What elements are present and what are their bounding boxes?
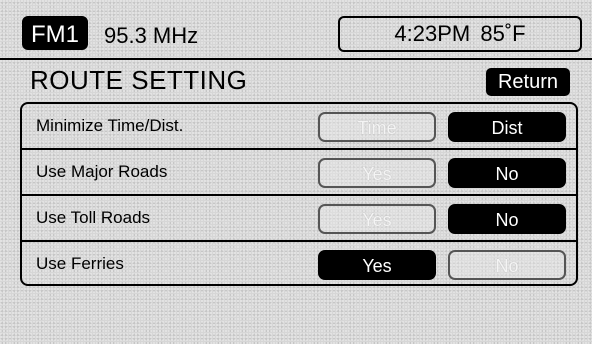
- setting-label: Use Toll Roads: [36, 208, 151, 227]
- major-roads-no-button[interactable]: No: [448, 158, 566, 188]
- toll-roads-no-button[interactable]: No: [448, 204, 566, 234]
- page-title: ROUTE SETTING: [30, 65, 248, 95]
- setting-row-use-ferries: Use Ferries Yes No: [22, 242, 576, 286]
- setting-label: Use Ferries: [36, 254, 124, 273]
- outside-temperature: 85˚F: [480, 21, 526, 46]
- dist-option-button[interactable]: Dist: [448, 112, 566, 142]
- nav-screen: FM1 95.3 MHz 4:23PM 85˚F ROUTE SETTING R…: [0, 0, 592, 344]
- radio-band-badge[interactable]: FM1: [22, 16, 88, 50]
- status-bar: FM1 95.3 MHz 4:23PM 85˚F: [0, 0, 592, 62]
- setting-label: Use Major Roads: [36, 162, 168, 181]
- setting-row-minimize-time-dist: Minimize Time/Dist. Time Dist: [22, 104, 576, 148]
- radio-frequency: 95.3 MHz: [104, 23, 199, 48]
- ferries-yes-button[interactable]: Yes: [318, 250, 436, 280]
- time-option-button[interactable]: Time: [318, 112, 436, 142]
- header-divider: [0, 58, 592, 60]
- setting-row-use-toll-roads: Use Toll Roads Yes No: [22, 196, 576, 240]
- clock-temperature-box: 4:23PM 85˚F: [338, 16, 582, 52]
- route-settings-panel: Minimize Time/Dist. Time Dist Use Major …: [20, 102, 578, 286]
- major-roads-yes-button[interactable]: Yes: [318, 158, 436, 188]
- setting-row-use-major-roads: Use Major Roads Yes No: [22, 150, 576, 194]
- clock-time: 4:23PM: [394, 21, 471, 46]
- return-button[interactable]: Return: [486, 68, 570, 96]
- setting-label: Minimize Time/Dist.: [36, 116, 184, 135]
- ferries-no-button[interactable]: No: [448, 250, 566, 280]
- toll-roads-yes-button[interactable]: Yes: [318, 204, 436, 234]
